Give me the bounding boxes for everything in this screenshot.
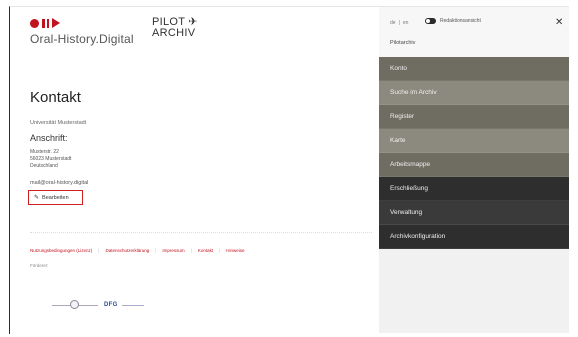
- sidebar-nav: Konto Suche im Archiv Register Karte Arb…: [379, 57, 569, 249]
- page-title: Kontakt: [30, 89, 81, 106]
- play-icon: [52, 18, 60, 28]
- edit-button[interactable]: ✎ Bearbeiten: [28, 190, 83, 205]
- sidebar-item-indexing[interactable]: Erschließung: [379, 177, 569, 201]
- archive-label: ARCHIV: [152, 27, 196, 39]
- separator: |: [398, 20, 400, 26]
- close-icon[interactable]: ✕: [555, 17, 563, 28]
- toggle-switch-icon: [425, 18, 436, 24]
- address-country: Deutschland: [30, 163, 58, 169]
- main-content: Oral-History.Digital PILOT ✈ ARCHIV Konta…: [10, 7, 378, 333]
- sidebar-item-account[interactable]: Konto: [379, 57, 569, 81]
- email-link[interactable]: mail@oral-history.digital: [30, 180, 88, 186]
- sponsor-logo-dfg[interactable]: DFG: [104, 302, 144, 308]
- editor-view-toggle[interactable]: Redaktionsansicht: [425, 18, 481, 24]
- edit-button-label: Bearbeiten: [42, 194, 69, 201]
- sidebar-header: de | en Redaktionsansicht ✕ Pilotarchiv: [379, 7, 569, 57]
- sidebar-item-map[interactable]: Karte: [379, 129, 569, 153]
- sidebar-subtitle: Pilotarchiv: [390, 40, 416, 46]
- logo-mark: [30, 17, 134, 29]
- footer-link-notes[interactable]: Hinweise: [226, 248, 244, 253]
- separator: |: [219, 248, 221, 253]
- page: Oral-History.Digital PILOT ✈ ARCHIV Konta…: [0, 0, 578, 337]
- address-city: 56023 Musterstadt: [30, 156, 72, 162]
- brand-logo[interactable]: Oral-History.Digital: [30, 17, 134, 46]
- sponsor-logo-ministry[interactable]: [52, 299, 98, 311]
- brand-name: Oral-History.Digital: [30, 32, 134, 46]
- lang-de[interactable]: de: [390, 20, 396, 26]
- footer-link-contact[interactable]: Kontakt: [198, 248, 213, 253]
- footer-links: Nutzungsbedingungen (Lizenz) | Datenschu…: [30, 248, 245, 253]
- language-switcher: de | en: [390, 20, 408, 26]
- footer-divider: [30, 232, 372, 233]
- record-dot-icon: [30, 18, 39, 28]
- pause-icon: [42, 18, 49, 28]
- toggle-label: Redaktionsansicht: [440, 18, 481, 24]
- separator: |: [98, 248, 100, 253]
- address-block: Musterstr. 22 56023 Musterstadt Deutschl…: [30, 149, 71, 170]
- lang-en[interactable]: en: [403, 20, 409, 26]
- dfg-label: DFG: [104, 302, 118, 308]
- pencil-icon: ✎: [34, 195, 40, 201]
- separator: |: [155, 248, 157, 253]
- sidebar-menu: de | en Redaktionsansicht ✕ Pilotarchiv …: [379, 7, 569, 333]
- university-name: Universität Musterstadt: [30, 120, 87, 126]
- sidebar-item-register[interactable]: Register: [379, 105, 569, 129]
- sidebar-item-workbook[interactable]: Arbeitsmappe: [379, 153, 569, 177]
- sidebar-item-archive-configuration[interactable]: Archivkonfiguration: [379, 225, 569, 249]
- address-street: Musterstr. 22: [30, 149, 59, 155]
- sidebar-item-administration[interactable]: Verwaltung: [379, 201, 569, 225]
- eagle-emblem-icon: [70, 300, 79, 309]
- sponsors-label: Förderer:: [30, 263, 49, 268]
- separator: |: [190, 248, 192, 253]
- footer-link-imprint[interactable]: Impressum: [162, 248, 184, 253]
- footer-link-privacy[interactable]: Datenschutzerklärung: [105, 248, 149, 253]
- footer-link-terms[interactable]: Nutzungsbedingungen (Lizenz): [30, 248, 92, 253]
- address-heading: Anschrift:: [30, 133, 68, 143]
- pilot-archive-logo[interactable]: PILOT ✈ ARCHIV: [152, 17, 198, 39]
- sidebar-item-search[interactable]: Suche im Archiv: [379, 81, 569, 105]
